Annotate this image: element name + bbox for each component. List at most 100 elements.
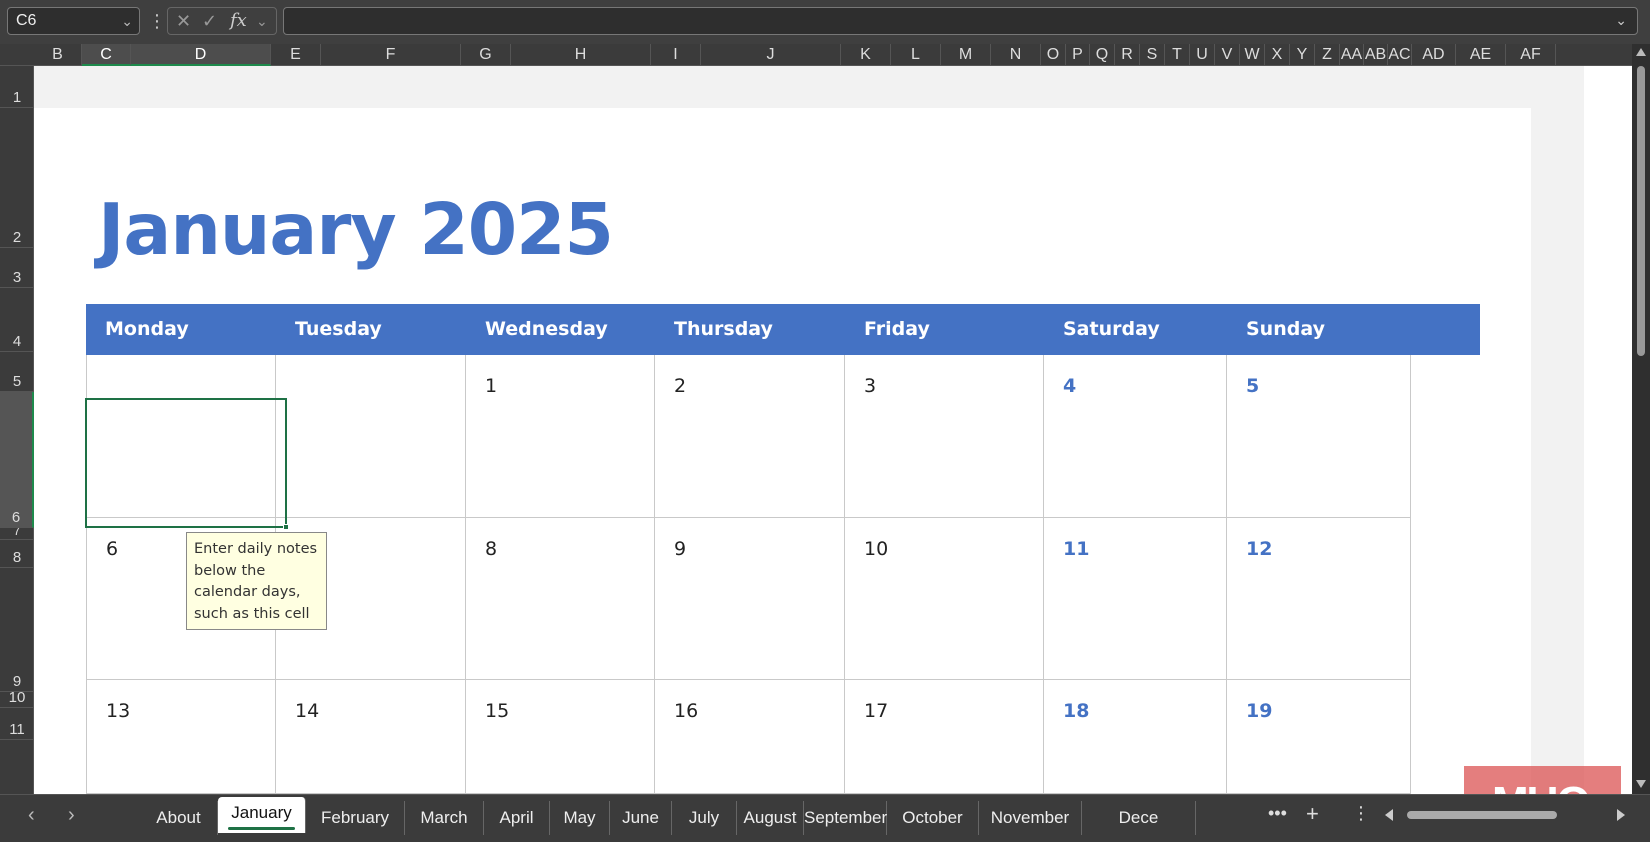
column-header-aa[interactable]: AA <box>1340 44 1364 66</box>
row-header-2[interactable]: 2 <box>0 108 34 248</box>
column-header-ab[interactable]: AB <box>1364 44 1388 66</box>
column-header-ae[interactable]: AE <box>1456 44 1506 66</box>
row-header-9[interactable]: 9 <box>0 568 34 692</box>
sheet-tab-dece[interactable]: Dece <box>1082 801 1196 835</box>
column-header-ad[interactable]: AD <box>1412 44 1456 66</box>
column-header-h[interactable]: H <box>511 44 651 66</box>
chevron-down-icon[interactable]: ⌄ <box>256 8 268 34</box>
chevron-right-icon[interactable]: › <box>68 803 75 827</box>
scroll-right-icon[interactable] <box>1617 809 1625 821</box>
sheet-tab-january[interactable]: January <box>218 797 306 833</box>
row-header-3[interactable]: 3 <box>0 248 34 288</box>
scroll-down-icon[interactable] <box>1636 780 1646 788</box>
fill-handle[interactable] <box>283 524 289 530</box>
selected-cell[interactable] <box>85 398 289 530</box>
calendar-day-cell[interactable] <box>276 355 466 518</box>
row-header-7[interactable]: 7 <box>0 528 34 540</box>
more-tabs-icon[interactable]: ••• <box>1268 803 1287 824</box>
sheet-tab-june[interactable]: June <box>610 801 672 835</box>
column-header-o[interactable]: O <box>1041 44 1066 66</box>
calendar-day-cell[interactable]: 8 <box>466 518 655 680</box>
column-header-y[interactable]: Y <box>1290 44 1315 66</box>
chevron-down-icon[interactable]: ⌄ <box>121 8 133 34</box>
column-header-af[interactable]: AF <box>1506 44 1556 66</box>
column-header-p[interactable]: P <box>1066 44 1090 66</box>
calendar-day-cell[interactable]: 17 <box>845 680 1044 794</box>
row-header-1[interactable]: 1 <box>0 66 34 108</box>
sheet-tab-label: Dece <box>1118 808 1159 827</box>
row-header-11[interactable]: 11 <box>0 708 34 740</box>
column-header-k[interactable]: K <box>841 44 891 66</box>
more-options-icon[interactable]: ⋮ <box>148 9 166 33</box>
sheet-tab-september[interactable]: September <box>804 801 887 835</box>
enter-icon[interactable]: ✓ <box>202 8 217 34</box>
column-header-l[interactable]: L <box>891 44 941 66</box>
horizontal-scroll-thumb[interactable] <box>1407 811 1557 819</box>
vertical-scroll-thumb[interactable] <box>1637 66 1645 356</box>
calendar-day-cell[interactable]: 5 <box>1227 355 1411 518</box>
column-header-z[interactable]: Z <box>1315 44 1340 66</box>
calendar-day-cell[interactable]: 10 <box>845 518 1044 680</box>
column-header-f[interactable]: F <box>321 44 461 66</box>
expand-formula-icon[interactable]: ⌄ <box>1615 12 1627 29</box>
column-header-d[interactable]: D <box>131 44 271 66</box>
calendar-day-cell[interactable]: 18 <box>1044 680 1227 794</box>
fx-icon[interactable]: fx <box>230 8 247 34</box>
calendar-day-cell[interactable]: 15 <box>466 680 655 794</box>
sheet-tab-april[interactable]: April <box>484 801 550 835</box>
calendar-day-cell[interactable]: 11 <box>1044 518 1227 680</box>
column-header-n[interactable]: N <box>991 44 1041 66</box>
scroll-left-icon[interactable] <box>1385 809 1393 821</box>
add-sheet-icon[interactable]: + <box>1306 801 1319 827</box>
sheet-tab-july[interactable]: July <box>672 801 737 835</box>
column-header-v[interactable]: V <box>1215 44 1240 66</box>
sheet-tab-august[interactable]: August <box>737 801 804 835</box>
calendar-day-cell[interactable]: 3 <box>845 355 1044 518</box>
calendar-day-cell[interactable]: 2 <box>655 355 845 518</box>
column-header-x[interactable]: X <box>1265 44 1290 66</box>
row-header-4[interactable]: 4 <box>0 288 34 352</box>
column-header-g[interactable]: G <box>461 44 511 66</box>
calendar-day-cell[interactable]: 14 <box>276 680 466 794</box>
calendar-day-cell[interactable]: 12 <box>1227 518 1411 680</box>
column-header-j[interactable]: J <box>701 44 841 66</box>
column-header-t[interactable]: T <box>1165 44 1190 66</box>
sheet-tab-may[interactable]: May <box>550 801 610 835</box>
sheet-tab-february[interactable]: February <box>306 801 405 835</box>
sheet-tab-november[interactable]: November <box>979 801 1082 835</box>
column-header-u[interactable]: U <box>1190 44 1215 66</box>
formula-input[interactable]: ⌄ <box>283 7 1638 35</box>
calendar-day-cell[interactable]: 1 <box>466 355 655 518</box>
sheet-tab-march[interactable]: March <box>405 801 484 835</box>
sheet-tab-about[interactable]: About <box>140 801 218 835</box>
column-header-b[interactable]: B <box>34 44 82 66</box>
row-header-8[interactable]: 8 <box>0 540 34 568</box>
calendar-day-cell[interactable]: 16 <box>655 680 845 794</box>
worksheet-grid[interactable]: January 2025 Monday Tuesday Wednesday Thurs… <box>34 66 1632 794</box>
row-header-5[interactable]: 5 <box>0 352 34 392</box>
column-header-r[interactable]: R <box>1115 44 1140 66</box>
row-header-6[interactable]: 6 <box>0 392 34 528</box>
column-header-w[interactable]: W <box>1240 44 1265 66</box>
sheet-tab-october[interactable]: October <box>887 801 979 835</box>
name-box[interactable]: C6 ⌄ <box>7 7 140 35</box>
vertical-scrollbar[interactable] <box>1632 44 1650 794</box>
column-header-m[interactable]: M <box>941 44 991 66</box>
sheet-menu-icon[interactable]: ⋮ <box>1352 803 1370 824</box>
chevron-left-icon[interactable]: ‹ <box>28 803 35 827</box>
calendar-day-cell[interactable]: 13 <box>86 680 276 794</box>
column-header-e[interactable]: E <box>271 44 321 66</box>
weekday-saturday: Saturday <box>1063 318 1160 340</box>
calendar-day-cell[interactable]: 4 <box>1044 355 1227 518</box>
row-header-10[interactable]: 10 <box>0 692 34 708</box>
column-header-i[interactable]: I <box>651 44 701 66</box>
calendar-day-cell[interactable]: 9 <box>655 518 845 680</box>
column-header-q[interactable]: Q <box>1090 44 1115 66</box>
scroll-up-icon[interactable] <box>1636 48 1646 56</box>
calendar-day-cell[interactable]: 19 <box>1227 680 1411 794</box>
column-header-ac[interactable]: AC <box>1388 44 1412 66</box>
column-header-c[interactable]: C <box>82 44 131 66</box>
horizontal-scrollbar[interactable] <box>1385 805 1625 825</box>
column-header-s[interactable]: S <box>1140 44 1165 66</box>
cancel-icon[interactable]: ✕ <box>176 8 191 34</box>
